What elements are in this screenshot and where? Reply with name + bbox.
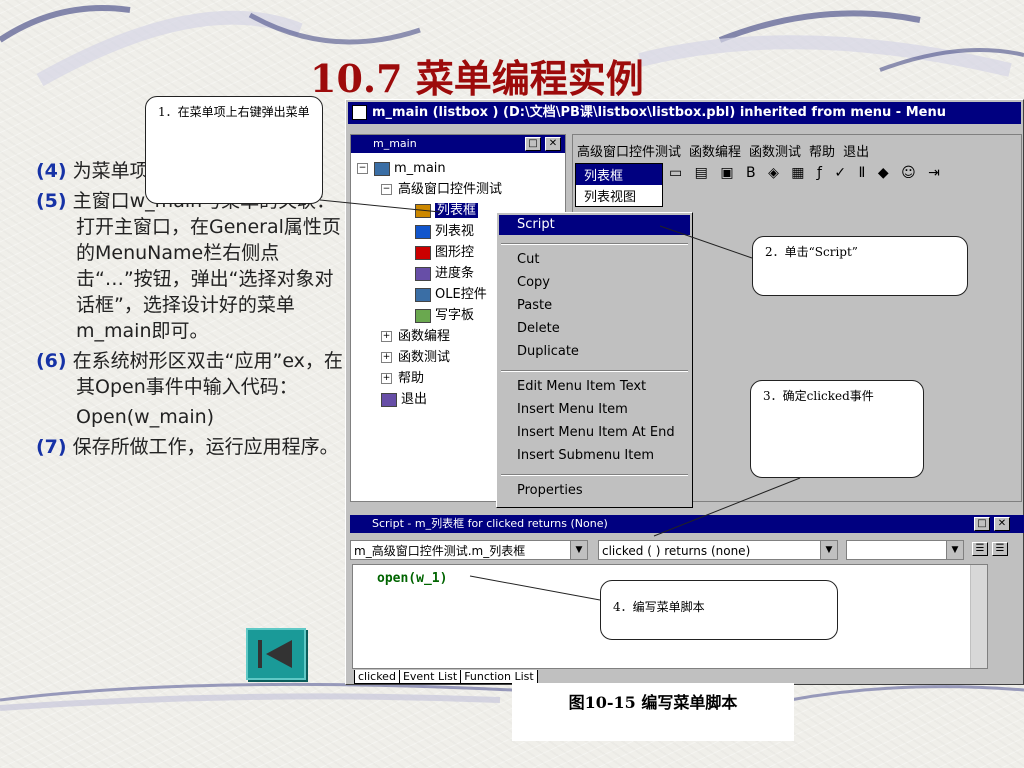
expand-icon[interactable]: +	[381, 331, 392, 342]
bullet-item: (6) 在系统树形区双击“应用”ex，在其Open事件中输入代码：	[36, 350, 343, 398]
chevron-down-icon[interactable]: ▼	[570, 541, 587, 559]
menu-separator	[501, 474, 688, 476]
bullet-item: (5) 主窗口w_main与菜单的关联：打开主窗口，在General属性页的Me…	[36, 190, 341, 342]
toolbar-icons[interactable]: ▭ ▤ ▣ B ◈ ▦ ƒ ✓ Ⅱ ◆ ☺ ⇥	[669, 165, 944, 181]
collapse-icon[interactable]: −	[357, 163, 368, 174]
tree-item[interactable]: 写字板	[415, 306, 474, 326]
script-tab[interactable]: Function List	[460, 670, 538, 684]
menu-item-icon	[374, 161, 390, 176]
menu-item-icon	[415, 203, 431, 218]
menu-separator	[501, 243, 688, 245]
event-combo[interactable]: clicked ( ) returns (none) ▼	[598, 540, 838, 560]
preview-dropdown-item[interactable]: 列表视图	[576, 185, 662, 206]
menu-item-icon	[415, 287, 431, 302]
menu-item-icon	[415, 245, 431, 260]
first-slide-icon	[258, 640, 292, 668]
menu-item-icon	[415, 266, 431, 281]
preview-menubar: 高级窗口控件测试 函数编程 函数测试 帮助 退出	[577, 141, 877, 160]
tree-item[interactable]: − 高级窗口控件测试	[381, 180, 502, 200]
back-nav-button[interactable]	[246, 628, 306, 680]
vertical-scrollbar[interactable]	[970, 565, 987, 668]
split-view-icon[interactable]: ☰	[992, 542, 1008, 556]
tree-item[interactable]: 列表框	[415, 201, 479, 221]
script-tab[interactable]: Event List	[398, 670, 462, 684]
script-maximize-icon[interactable]: □	[974, 517, 990, 531]
context-menu-item[interactable]: Insert Menu Item	[499, 400, 690, 420]
preview-menu-item[interactable]: 函数测试	[749, 145, 801, 160]
tree-item[interactable]: 图形控	[415, 243, 474, 263]
list-view-icon[interactable]: ☰	[972, 542, 988, 556]
ancestor-combo[interactable]: ▼	[846, 540, 964, 560]
tree-item[interactable]: 列表视	[415, 222, 474, 242]
figure-caption: 图10-15 编写菜单脚本	[512, 683, 794, 741]
code-line[interactable]: open(w_1)	[377, 571, 447, 586]
tree-item[interactable]: 进度条	[415, 264, 474, 284]
tree-item[interactable]: + 帮助	[381, 369, 424, 389]
script-tabs: clicked Event List Function List	[354, 670, 538, 684]
tree-item[interactable]: − m_main	[357, 159, 446, 179]
chevron-down-icon[interactable]: ▼	[820, 541, 837, 559]
preview-dropdown-item[interactable]: 列表框	[576, 164, 662, 185]
script-close-icon[interactable]: ✕	[994, 517, 1010, 531]
preview-dropdown: 列表框 列表视图	[575, 163, 663, 207]
context-menu-item[interactable]: Properties	[499, 481, 690, 501]
context-menu-item[interactable]: Copy	[499, 273, 690, 293]
object-combo[interactable]: m_高级窗口控件测试.m_列表框 ▼	[350, 540, 588, 560]
tree-item[interactable]: + 函数编程	[381, 327, 450, 347]
context-menu-item[interactable]: Script	[499, 215, 690, 235]
menu-separator	[501, 370, 688, 372]
callout-2: 2．单击“Script”	[752, 236, 968, 296]
context-menu-item[interactable]: Paste	[499, 296, 690, 316]
chevron-down-icon[interactable]: ▼	[946, 541, 963, 559]
context-menu-item[interactable]: Delete	[499, 319, 690, 339]
menu-item-icon	[381, 392, 397, 407]
close-icon[interactable]: ✕	[545, 137, 561, 151]
preview-menu-item[interactable]: 高级窗口控件测试	[577, 145, 681, 160]
callout-3: 3．确定clicked事件	[750, 380, 924, 478]
window-title: m_main (listbox ) (D:\文档\PB课\listbox\lis…	[372, 105, 946, 120]
tree-item[interactable]: OLE控件	[415, 285, 487, 305]
preview-menu-item[interactable]: 退出	[843, 145, 869, 160]
bullet-code: Open(w_main)	[76, 406, 215, 428]
bullet-item: (7) 保存所做工作，运行应用程序。	[36, 436, 339, 458]
context-menu-item[interactable]: Edit Menu Item Text	[499, 377, 690, 397]
menu-item-icon	[415, 224, 431, 239]
menu-painter-icon	[352, 105, 367, 120]
context-menu-item[interactable]: Duplicate	[499, 342, 690, 362]
tree-item[interactable]: 退出	[381, 390, 427, 410]
context-menu-item[interactable]: Insert Menu Item At End	[499, 423, 690, 443]
maximize-icon[interactable]: □	[525, 137, 541, 151]
page-title: 10.7 菜单编程实例	[310, 56, 644, 101]
context-menu-item[interactable]: Cut	[499, 250, 690, 270]
callout-4: 4．编写菜单脚本	[600, 580, 838, 640]
tree-item[interactable]: + 函数测试	[381, 348, 450, 368]
script-titlebar: Script - m_列表框 for clicked returns (None…	[350, 515, 1024, 533]
preview-menu-item[interactable]: 函数编程	[689, 145, 741, 160]
context-menu-item[interactable]: Insert Submenu Item	[499, 446, 690, 466]
preview-menu-item[interactable]: 帮助	[809, 145, 835, 160]
preview-toolbar: ▭ ▤ ▣ B ◈ ▦ ƒ ✓ Ⅱ ◆ ☺ ⇥	[669, 165, 944, 181]
expand-icon[interactable]: +	[381, 352, 392, 363]
script-tab[interactable]: clicked	[354, 670, 400, 684]
collapse-icon[interactable]: −	[381, 184, 392, 195]
expand-icon[interactable]: +	[381, 373, 392, 384]
menu-item-icon	[415, 308, 431, 323]
callout-1: 1．在菜单项上右键弹出菜单	[145, 96, 323, 204]
window-titlebar[interactable]: m_main (listbox ) (D:\文档\PB课\listbox\lis…	[348, 102, 1021, 124]
context-menu: Script Cut Copy Paste Delete Duplicate Edit Me…	[496, 212, 693, 508]
